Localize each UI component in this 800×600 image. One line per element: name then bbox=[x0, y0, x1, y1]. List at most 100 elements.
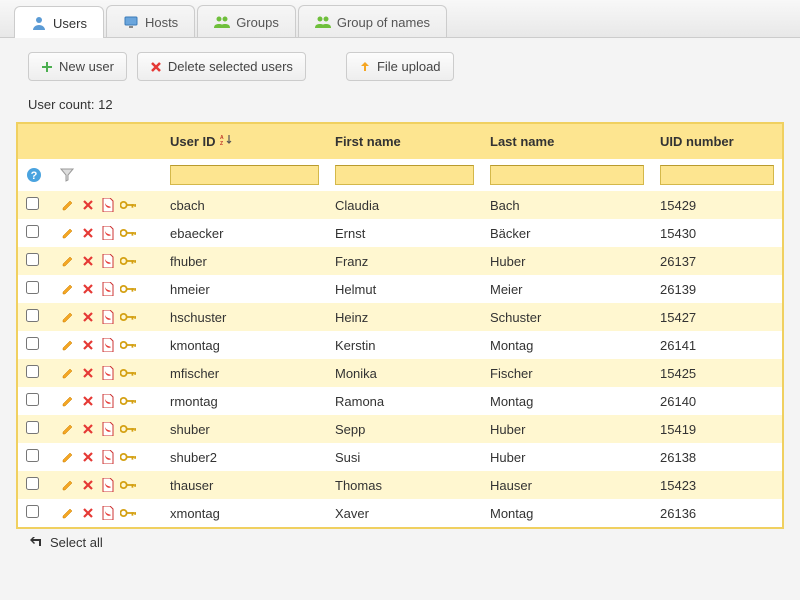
header-first-name[interactable]: First name bbox=[327, 124, 482, 159]
key-icon[interactable] bbox=[120, 281, 136, 297]
cell-first-name: Claudia bbox=[327, 191, 482, 219]
tab-groups[interactable]: Groups bbox=[197, 5, 296, 37]
key-icon[interactable] bbox=[120, 337, 136, 353]
cell-user-id: xmontag bbox=[162, 499, 327, 527]
row-checkbox[interactable] bbox=[26, 253, 39, 266]
edit-icon[interactable] bbox=[60, 253, 76, 269]
select-all-arrow-icon bbox=[30, 537, 44, 549]
key-icon[interactable] bbox=[120, 365, 136, 381]
filter-user-id[interactable] bbox=[170, 165, 319, 185]
cell-last-name: Huber bbox=[482, 415, 652, 443]
row-checkbox[interactable] bbox=[26, 421, 39, 434]
row-checkbox[interactable] bbox=[26, 477, 39, 490]
cell-first-name: Susi bbox=[327, 443, 482, 471]
row-checkbox[interactable] bbox=[26, 281, 39, 294]
button-label: File upload bbox=[377, 59, 441, 74]
svg-text:Z: Z bbox=[220, 141, 223, 146]
row-checkbox[interactable] bbox=[26, 337, 39, 350]
tab-group-of-names[interactable]: Group of names bbox=[298, 5, 447, 37]
filter-uid-number[interactable] bbox=[660, 165, 774, 185]
delete-icon[interactable] bbox=[80, 197, 96, 213]
plus-icon bbox=[41, 61, 53, 73]
pdf-icon[interactable] bbox=[100, 225, 116, 241]
cell-last-name: Huber bbox=[482, 247, 652, 275]
cell-uid-number: 26141 bbox=[652, 331, 782, 359]
pdf-icon[interactable] bbox=[100, 197, 116, 213]
key-icon[interactable] bbox=[120, 309, 136, 325]
pdf-icon[interactable] bbox=[100, 253, 116, 269]
funnel-icon[interactable] bbox=[60, 168, 154, 182]
edit-icon[interactable] bbox=[60, 449, 76, 465]
row-checkbox[interactable] bbox=[26, 309, 39, 322]
pdf-icon[interactable] bbox=[100, 449, 116, 465]
pdf-icon[interactable] bbox=[100, 281, 116, 297]
header-user-id[interactable]: User IDAZ bbox=[162, 124, 327, 159]
row-checkbox[interactable] bbox=[26, 197, 39, 210]
edit-icon[interactable] bbox=[60, 337, 76, 353]
delete-icon[interactable] bbox=[80, 421, 96, 437]
delete-icon[interactable] bbox=[80, 365, 96, 381]
filter-row: ? bbox=[18, 159, 782, 191]
tab-users[interactable]: Users bbox=[14, 6, 104, 38]
edit-icon[interactable] bbox=[60, 197, 76, 213]
header-uid-number[interactable]: UID number bbox=[652, 124, 782, 159]
key-icon[interactable] bbox=[120, 421, 136, 437]
delete-icon[interactable] bbox=[80, 309, 96, 325]
edit-icon[interactable] bbox=[60, 365, 76, 381]
pdf-icon[interactable] bbox=[100, 477, 116, 493]
key-icon[interactable] bbox=[120, 477, 136, 493]
help-icon[interactable]: ? bbox=[26, 167, 44, 183]
delete-icon[interactable] bbox=[80, 281, 96, 297]
edit-icon[interactable] bbox=[60, 225, 76, 241]
delete-icon[interactable] bbox=[80, 505, 96, 521]
tab-label: Users bbox=[53, 16, 87, 31]
pdf-icon[interactable] bbox=[100, 393, 116, 409]
delete-selected-button[interactable]: Delete selected users bbox=[137, 52, 306, 81]
button-label: New user bbox=[59, 59, 114, 74]
pdf-icon[interactable] bbox=[100, 309, 116, 325]
row-actions bbox=[60, 253, 154, 269]
cell-first-name: Sepp bbox=[327, 415, 482, 443]
cell-uid-number: 26136 bbox=[652, 499, 782, 527]
delete-icon[interactable] bbox=[80, 253, 96, 269]
delete-icon[interactable] bbox=[80, 337, 96, 353]
filter-first-name[interactable] bbox=[335, 165, 474, 185]
key-icon[interactable] bbox=[120, 253, 136, 269]
select-all[interactable]: Select all bbox=[0, 529, 800, 556]
edit-icon[interactable] bbox=[60, 505, 76, 521]
select-all-label: Select all bbox=[50, 535, 103, 550]
key-icon[interactable] bbox=[120, 449, 136, 465]
new-user-button[interactable]: New user bbox=[28, 52, 127, 81]
row-checkbox[interactable] bbox=[26, 449, 39, 462]
row-checkbox[interactable] bbox=[26, 393, 39, 406]
delete-icon[interactable] bbox=[80, 449, 96, 465]
table-header-row: User IDAZ First name Last name UID numbe… bbox=[18, 124, 782, 159]
edit-icon[interactable] bbox=[60, 281, 76, 297]
row-checkbox[interactable] bbox=[26, 365, 39, 378]
edit-icon[interactable] bbox=[60, 477, 76, 493]
row-checkbox[interactable] bbox=[26, 505, 39, 518]
edit-icon[interactable] bbox=[60, 309, 76, 325]
pdf-icon[interactable] bbox=[100, 337, 116, 353]
row-actions bbox=[60, 477, 154, 493]
cell-uid-number: 26138 bbox=[652, 443, 782, 471]
key-icon[interactable] bbox=[120, 505, 136, 521]
pdf-icon[interactable] bbox=[100, 365, 116, 381]
delete-icon[interactable] bbox=[80, 393, 96, 409]
file-upload-button[interactable]: File upload bbox=[346, 52, 454, 81]
cell-first-name: Ernst bbox=[327, 219, 482, 247]
key-icon[interactable] bbox=[120, 393, 136, 409]
key-icon[interactable] bbox=[120, 197, 136, 213]
delete-icon[interactable] bbox=[80, 225, 96, 241]
cell-uid-number: 26139 bbox=[652, 275, 782, 303]
header-last-name[interactable]: Last name bbox=[482, 124, 652, 159]
pdf-icon[interactable] bbox=[100, 505, 116, 521]
edit-icon[interactable] bbox=[60, 421, 76, 437]
tab-hosts[interactable]: Hosts bbox=[106, 5, 195, 37]
pdf-icon[interactable] bbox=[100, 421, 116, 437]
delete-icon[interactable] bbox=[80, 477, 96, 493]
filter-last-name[interactable] bbox=[490, 165, 644, 185]
key-icon[interactable] bbox=[120, 225, 136, 241]
row-checkbox[interactable] bbox=[26, 225, 39, 238]
edit-icon[interactable] bbox=[60, 393, 76, 409]
